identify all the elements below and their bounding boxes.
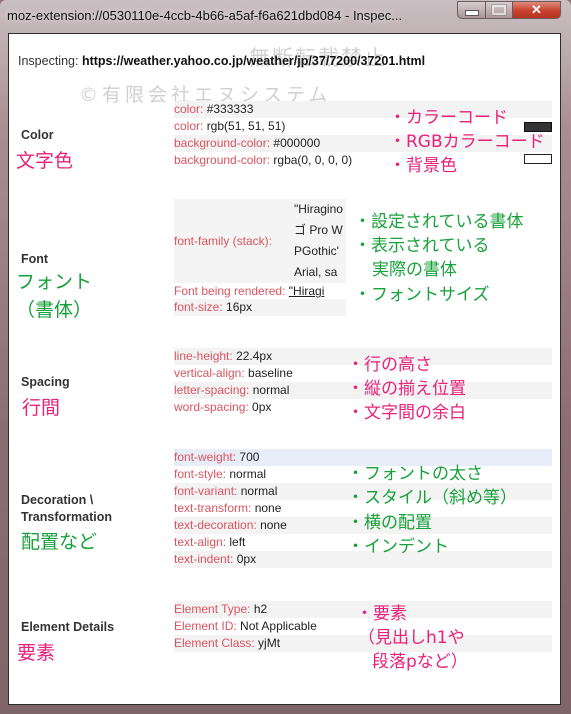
inspecting-header: Inspecting: https://weather.yahoo.co.jp/… [18,54,425,68]
annotation-font-1: フォント [16,271,93,293]
font-properties: font-family (stack): "Hiragino ゴ Pro W P… [174,199,346,316]
annotation-color: 文字色 [16,150,74,172]
annotation-element: 要素 [17,642,56,664]
note-element-heading: （見出しh1や [358,628,465,648]
section-label-decoration-2: Transformation [21,510,112,524]
section-label-spacing: Spacing [21,375,70,389]
font-size-row: font-size: 16px [174,299,346,316]
minimize-button[interactable] [457,1,486,19]
annotation-font-2: （書体） [16,299,93,321]
inspecting-url: https://weather.yahoo.co.jp/weather/jp/3… [81,54,426,68]
note-font-style: ・スタイル（斜め等） [347,488,517,508]
note-font-rendered: ・表示されている [354,236,490,256]
inspector-content: 無断転載禁止 ©有限会社エヌシステム Inspecting: https://w… [8,33,561,705]
section-label-font: Font [21,252,49,266]
note-letter-spacing: ・文字間の余白 [347,403,466,423]
font-family-value: "Hiragino ゴ Pro W PGothic' Arial, sa [294,202,343,279]
inspector-window: moz-extension://0530110e-4ccb-4b66-a5af-… [0,0,571,714]
window-controls: ✕ [457,1,561,19]
note-background: ・背景色 [389,156,457,176]
note-font-weight: ・フォントの太さ [347,464,483,484]
annotation-spacing: 行間 [22,397,61,419]
font-rendered-link[interactable]: "Hiragi [289,284,325,298]
note-rgb-code: ・RGBカラーコード [389,132,545,152]
section-label-decoration-1: Decoration \ [21,493,94,507]
note-vertical-align: ・縦の揃え位置 [347,379,466,399]
font-family-key: font-family (stack): [174,234,273,248]
section-label-element: Element Details [21,620,115,634]
note-element: ・要素 [356,604,407,624]
property-row: background-color: rgba(0, 0, 0, 0) [174,153,353,167]
note-text-indent: ・インデント [347,537,449,557]
window-title: moz-extension://0530110e-4ccb-4b66-a5af-… [7,8,403,23]
minimize-icon [464,9,479,16]
maximize-icon [491,4,507,16]
background-color-swatch [524,154,552,164]
note-font-family: ・設定されている書体 [354,212,524,232]
title-bar[interactable]: moz-extension://0530110e-4ccb-4b66-a5af-… [0,0,571,32]
maximize-button[interactable] [486,1,513,19]
inspecting-label: Inspecting: [18,54,79,68]
note-line-height: ・行の高さ [347,355,432,375]
font-family-row: font-family (stack): "Hiragino ゴ Pro W P… [174,199,346,283]
close-button[interactable]: ✕ [513,1,561,19]
note-font-actual: 実際の書体 [372,260,457,280]
annotation-decoration: 配置など [21,531,98,553]
note-element-paragraph: 段落pなど） [372,652,468,672]
section-label-color: Color [21,128,54,142]
note-text-align: ・横の配置 [347,513,432,533]
close-icon: ✕ [531,2,542,17]
note-font-size: ・フォントサイズ [354,285,490,305]
font-rendered-row: Font being rendered: "Hiragi [174,283,346,299]
note-color-code: ・カラーコード [389,108,508,128]
